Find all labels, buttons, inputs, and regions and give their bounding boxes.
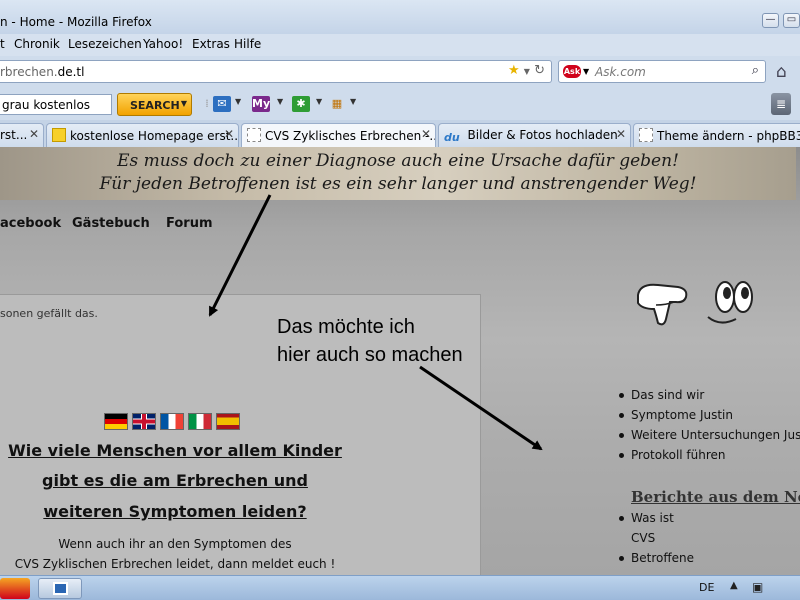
tray-expand-icon[interactable]: ▲ xyxy=(730,580,738,591)
header-banner: Es muss doch zu einer Diagnose auch eine… xyxy=(0,147,796,200)
tab-close-icon[interactable]: ✕ xyxy=(421,127,431,141)
nav-link-gaestebuch[interactable]: Gästebuch xyxy=(72,216,150,231)
ask-search-placeholder: Ask.com xyxy=(595,65,646,79)
navigation-toolbar: rbrechen.de.tl ★ ▼ ↻ Ask ▼ Ask.com ⌕ ⌂ xyxy=(0,56,800,88)
ask-logo-icon[interactable]: Ask xyxy=(563,65,581,78)
flag-france-icon[interactable] xyxy=(160,413,184,430)
content-body-line-2: CVS Zyklischen Erbrechen leidet, dann me… xyxy=(14,557,336,571)
reload-icon[interactable]: ↻ xyxy=(534,63,545,78)
minimize-button[interactable]: — xyxy=(762,13,779,28)
du-favicon-icon: du xyxy=(444,131,460,144)
page-favicon-icon xyxy=(639,128,653,142)
search-icon[interactable]: ⌕ xyxy=(752,63,759,78)
sidebar-item-das-sind-wir[interactable]: Das sind wir xyxy=(616,388,800,408)
menu-item-lesezeichen[interactable]: Lesezeichen xyxy=(68,37,142,51)
mail-dropdown-icon[interactable]: ▼ xyxy=(235,97,241,106)
menu-bar: t Chronik Lesezeichen Yahoo! Extras Hilf… xyxy=(0,34,800,56)
content-body-line-1: Wenn auch ihr an den Symptomen des xyxy=(58,537,292,551)
tab-4[interactable]: du Bilder & Fotos hochladen ✕ xyxy=(438,123,631,147)
sidebar-item-protokoll[interactable]: Protokoll führen xyxy=(616,448,800,468)
tab-5[interactable]: Theme ändern - phpBB3 xyxy=(633,123,800,147)
url-prefix: rbrechen. xyxy=(0,65,58,79)
network-tray-icon[interactable]: ▣ xyxy=(752,580,763,594)
sidebar-item-cvs[interactable]: CVS xyxy=(616,531,694,551)
content-heading-line-1: Wie viele Menschen vor allem Kinder xyxy=(8,441,342,460)
menu-item-extras[interactable]: Extras xyxy=(192,37,230,51)
tab-close-icon[interactable]: ✕ xyxy=(616,127,626,141)
tab-label: CVS Zyklisches Erbrechen -... xyxy=(265,129,436,143)
ask-search-box[interactable]: Ask ▼ Ask.com ⌕ xyxy=(558,60,766,83)
folder-favicon-icon xyxy=(52,128,66,142)
bookmark-star-icon[interactable]: ★ xyxy=(508,63,520,78)
my-yahoo-icon[interactable]: My xyxy=(252,96,270,112)
nav-link-facebook[interactable]: acebook xyxy=(0,216,61,231)
tab-close-icon[interactable]: ✕ xyxy=(224,127,234,141)
firefox-taskbar-icon[interactable] xyxy=(0,578,30,599)
tab-1[interactable]: rst... ✕ xyxy=(0,123,44,147)
content-heading-line-2: gibt es die am Erbrechen und xyxy=(42,471,308,490)
window-title: n - Home - Mozilla Firefox xyxy=(0,15,152,29)
mail-icon[interactable]: ✉ xyxy=(213,96,231,112)
search-button[interactable]: SEARCH ▼ xyxy=(117,93,192,116)
sidebar-nav-list: Das sind wir Symptome Justin Weitere Unt… xyxy=(616,388,800,468)
banner-line-1: Es muss doch zu einer Diagnose auch eine… xyxy=(117,151,679,171)
dropdown-arrow-icon[interactable]: ▼ xyxy=(524,67,530,76)
window-controls: — ▭ xyxy=(762,13,800,28)
url-bar-icons: ★ ▼ ↻ xyxy=(508,63,545,78)
tab-3-active[interactable]: CVS Zyklisches Erbrechen -... ✕ xyxy=(241,123,436,148)
menu-item-hilfe[interactable]: Hilfe xyxy=(234,37,261,51)
cartoon-hands-icon xyxy=(637,281,753,326)
page-viewport: Es muss doch zu einer Diagnose auch eine… xyxy=(0,147,800,575)
sidebar-item-weitere-untersuchungen[interactable]: Weitere Untersuchungen Justin xyxy=(616,428,800,448)
search-dropdown-icon[interactable]: ▼ xyxy=(181,99,187,108)
search-toolbar: grau kostenlos SEARCH ▼ ⁞ ✉ ▼ My ▼ ✱ ▼ ▦… xyxy=(0,88,800,120)
flag-italy-icon[interactable] xyxy=(188,413,212,430)
url-bar[interactable]: rbrechen.de.tl ★ ▼ ↻ xyxy=(0,60,552,83)
menu-item-chronik[interactable]: Chronik xyxy=(14,37,60,51)
annotation-line-2: hier auch so machen xyxy=(277,344,463,366)
language-indicator[interactable]: DE xyxy=(699,581,714,594)
flag-germany-icon[interactable] xyxy=(104,413,128,430)
windows-taskbar: DE ▲ ▣ xyxy=(0,575,800,600)
sidebar-item-betroffene[interactable]: Betroffene xyxy=(616,551,694,571)
nav-link-forum[interactable]: Forum xyxy=(166,216,213,231)
banner-line-2: Für jeden Betroffenen ist es ein sehr la… xyxy=(99,174,697,194)
ask-dropdown-icon[interactable]: ▼ xyxy=(583,67,589,76)
window-titlebar: n - Home - Mozilla Firefox — ▭ xyxy=(0,0,800,34)
sidebar-reports-list: Was ist CVS Betroffene xyxy=(616,511,694,571)
flag-uk-icon[interactable] xyxy=(132,413,156,430)
annotation-line-1: Das möchte ich xyxy=(277,316,415,338)
home-icon[interactable]: ⌂ xyxy=(776,62,787,82)
tab-label: Bilder & Fotos hochladen xyxy=(467,128,618,142)
menu-item-partial[interactable]: t xyxy=(0,37,5,51)
asterisk-icon[interactable]: ✱ xyxy=(292,96,310,112)
tab-label: rst... xyxy=(0,128,28,142)
restore-button[interactable]: ▭ xyxy=(783,13,800,28)
url-domain: de.tl xyxy=(57,65,85,79)
facebook-likes-text: sonen gefällt das. xyxy=(0,307,98,320)
sidebar-item-was-ist[interactable]: Was ist xyxy=(616,511,694,531)
sidebar-heading: Berichte aus dem Netz xyxy=(631,488,800,506)
firefox-menu-icon[interactable]: ≣ xyxy=(771,93,791,115)
map-icon[interactable]: ▦ xyxy=(328,96,346,112)
tab-2[interactable]: kostenlose Homepage erst... ✕ xyxy=(46,123,239,147)
screenshot-taskbar-icon[interactable] xyxy=(38,578,82,599)
tab-label: Theme ändern - phpBB3 xyxy=(657,129,800,143)
my-dropdown-icon[interactable]: ▼ xyxy=(277,97,283,106)
language-flags xyxy=(104,413,240,430)
search-button-label: SEARCH xyxy=(130,99,180,112)
menu-item-yahoo[interactable]: Yahoo! xyxy=(143,37,183,51)
tab-strip: rst... ✕ kostenlose Homepage erst... ✕ C… xyxy=(0,120,800,148)
flag-spain-icon[interactable] xyxy=(216,413,240,430)
toolbar-search-input[interactable]: grau kostenlos xyxy=(0,94,112,115)
page-favicon-icon xyxy=(247,128,261,142)
sidebar-item-symptome-justin[interactable]: Symptome Justin xyxy=(616,408,800,428)
map-dropdown-icon[interactable]: ▼ xyxy=(350,97,356,106)
tab-label: kostenlose Homepage erst... xyxy=(70,129,239,143)
content-heading-line-3: weiteren Symptomen leiden? xyxy=(43,502,307,521)
asterisk-dropdown-icon[interactable]: ▼ xyxy=(316,97,322,106)
tab-close-icon[interactable]: ✕ xyxy=(29,127,39,141)
url-text: rbrechen.de.tl xyxy=(0,65,84,79)
